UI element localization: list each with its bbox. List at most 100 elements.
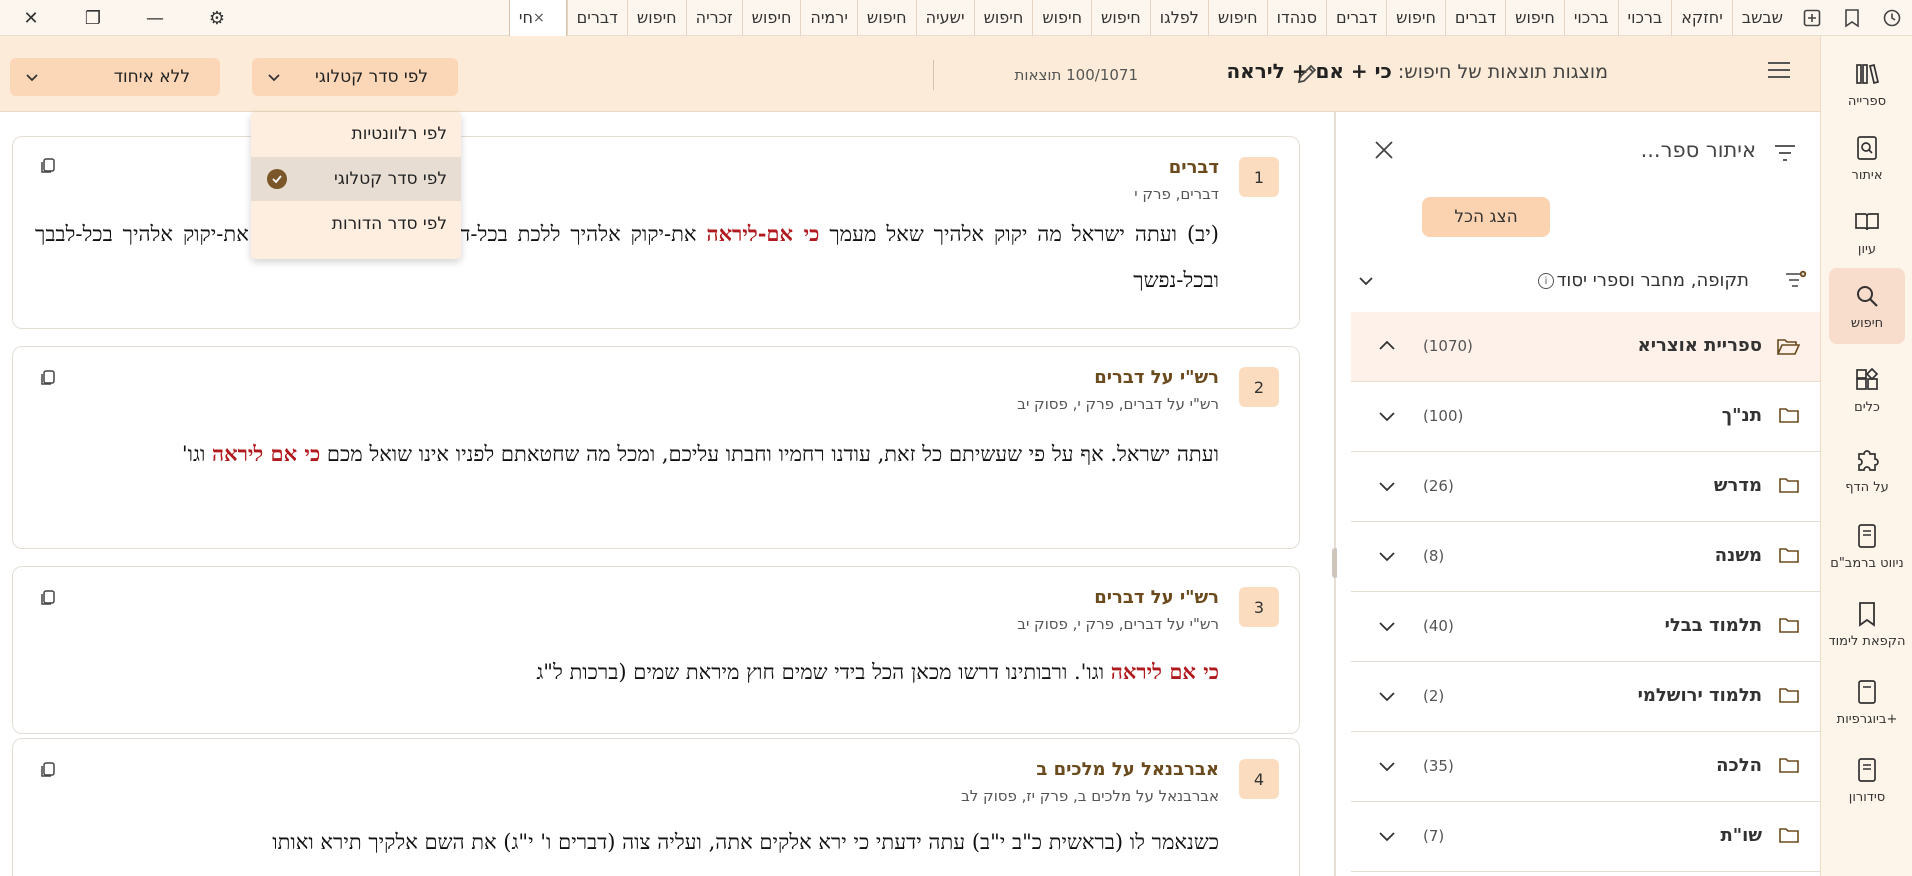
tab[interactable]: שבשב — [1731, 0, 1792, 36]
category-row[interactable]: הלכה (35) — [1351, 732, 1820, 802]
chevron-down-icon[interactable] — [1377, 546, 1397, 570]
tab[interactable]: חיפוש — [1386, 0, 1445, 36]
category-row[interactable]: משנה (8) — [1351, 522, 1820, 592]
tab-active[interactable]: חי × — [508, 0, 567, 36]
category-name: ספריית אוצריא — [1637, 335, 1762, 356]
search-icon — [1853, 282, 1881, 310]
settings-icon[interactable]: ⚙ — [186, 0, 248, 36]
result-text: כי אם ליראה וגו'. ורבותינו דרשו מכאן הכל… — [536, 659, 1219, 684]
sort-option-relevance[interactable]: לפי רלוונטיות — [251, 112, 461, 156]
tab[interactable]: ברכוי — [1617, 0, 1672, 36]
category-row[interactable]: שו"ת (7) — [1351, 802, 1820, 872]
tab[interactable]: חיפוש — [626, 0, 686, 36]
result-card[interactable]: 2 רש"י על דברים רש"י על דברים, פרק י, פס… — [12, 346, 1300, 549]
chevron-down-icon[interactable] — [1377, 686, 1397, 710]
add-filter-icon[interactable] — [1785, 270, 1807, 294]
tab[interactable]: סנהדו — [1266, 0, 1326, 36]
category-count: (1070) — [1423, 337, 1473, 355]
result-card[interactable]: 4 אברבנאל על מלכים ב אברבנאל על מלכים ב,… — [12, 738, 1300, 876]
edit-search-icon[interactable] — [1296, 63, 1318, 89]
close-window-icon[interactable]: ✕ — [0, 0, 62, 36]
filter-icon[interactable] — [1774, 144, 1796, 166]
chevron-up-icon[interactable] — [1377, 336, 1397, 360]
copy-icon[interactable] — [39, 761, 57, 783]
rail-item-tools[interactable]: כלים — [1829, 352, 1905, 428]
category-row[interactable]: תנ"ך (100) — [1351, 382, 1820, 452]
folder-icon — [1778, 546, 1800, 568]
rail-item-siddur[interactable]: סידורון — [1829, 742, 1905, 818]
tab[interactable]: דברים — [1444, 0, 1505, 36]
copy-icon[interactable] — [39, 589, 57, 611]
rail-item-find[interactable]: איתור — [1829, 120, 1905, 196]
rail-item-biographies[interactable]: ביוגרפיות+ — [1829, 664, 1905, 740]
library-root-row[interactable]: ספריית אוצריא (1070) — [1351, 312, 1820, 382]
chevron-down-icon[interactable] — [1357, 272, 1375, 294]
tab[interactable]: דברים — [566, 0, 627, 36]
copy-icon[interactable] — [39, 157, 57, 179]
book-filter-input[interactable]: איתור ספר... — [1641, 138, 1756, 162]
tab[interactable]: ירמיה — [800, 0, 857, 36]
folder-open-icon — [1776, 336, 1801, 360]
info-icon[interactable]: i — [1538, 273, 1554, 289]
category-count: (100) — [1423, 407, 1464, 425]
copy-icon[interactable] — [39, 369, 57, 391]
tab[interactable]: חיפוש — [1505, 0, 1564, 36]
rail-item-freeze[interactable]: הקפאת לימוד — [1829, 586, 1905, 662]
show-all-button[interactable]: הצג הכל — [1422, 197, 1550, 237]
bookmark-tab-icon[interactable] — [1832, 0, 1872, 36]
tab[interactable]: ישעיה — [915, 0, 974, 36]
tab[interactable]: חיפוש — [1091, 0, 1150, 36]
chevron-down-icon[interactable] — [1377, 476, 1397, 500]
result-card[interactable]: 3 רש"י על דברים רש"י על דברים, פרק י, פס… — [12, 566, 1300, 734]
tab[interactable]: לפלגו — [1149, 0, 1208, 36]
rail-label: על הדף — [1845, 479, 1889, 495]
search-header: מוצגות תוצאות של חיפוש: כי + אם + ליראה … — [0, 36, 1820, 112]
chevron-down-icon[interactable] — [1377, 826, 1397, 850]
category-row[interactable]: תלמוד ירושלמי (2) — [1351, 662, 1820, 732]
results-list: 1 דברים דברים, פרק י (יב) ועתה ישראל מה … — [0, 112, 1336, 876]
sort-option-generations[interactable]: לפי סדר הדורות — [251, 202, 461, 246]
result-source: דברים, פרק י — [1134, 185, 1219, 203]
result-title[interactable]: דברים — [1169, 157, 1219, 178]
divider — [933, 60, 934, 90]
group-dropdown-value: ללא איחוד — [113, 67, 190, 87]
tab[interactable]: זכריה — [685, 0, 742, 36]
chevron-down-icon[interactable] — [1377, 406, 1397, 430]
period-filter[interactable]: תקופה, מחבר וספרי יסוד i — [1357, 256, 1807, 306]
rail-label: סידורון — [1848, 789, 1886, 805]
group-dropdown[interactable]: ללא איחוד — [10, 58, 220, 96]
result-title[interactable]: אברבנאל על מלכים ב — [1036, 759, 1219, 780]
tab[interactable]: חיפוש — [856, 0, 916, 36]
rail-item-search[interactable]: חיפוש — [1829, 268, 1905, 344]
tab[interactable]: חיפוש — [741, 0, 801, 36]
menu-icon[interactable] — [1768, 62, 1790, 80]
tab[interactable]: חיפוש — [1032, 0, 1091, 36]
close-tab-icon[interactable]: × — [533, 10, 545, 26]
history-icon[interactable] — [1872, 0, 1912, 36]
chevron-down-icon[interactable] — [1377, 756, 1397, 780]
category-row[interactable]: תלמוד בבלי (40) — [1351, 592, 1820, 662]
result-number: 2 — [1239, 367, 1279, 407]
rail-item-on-page[interactable]: על הדף — [1829, 432, 1905, 508]
sort-option-catalog[interactable]: לפי סדר קטלוגי — [251, 157, 461, 201]
rail-item-rambam[interactable]: ניווט ברמב"ם — [1829, 508, 1905, 584]
close-icon[interactable] — [1373, 139, 1395, 165]
tab[interactable]: ברכוי — [1563, 0, 1618, 36]
tab[interactable]: חיפוש — [1207, 0, 1267, 36]
chevron-down-icon[interactable] — [1377, 616, 1397, 640]
category-count: (35) — [1423, 757, 1454, 775]
rail-item-library[interactable]: ספרייה — [1829, 46, 1905, 122]
tab[interactable]: חיפוש — [973, 0, 1033, 36]
sort-dropdown[interactable]: לפי סדר קטלוגי — [252, 58, 458, 96]
rail-item-study[interactable]: עיון — [1829, 194, 1905, 270]
result-title[interactable]: רש"י על דברים — [1094, 587, 1219, 608]
tab[interactable]: דברים — [1325, 0, 1386, 36]
result-card[interactable]: 1 דברים דברים, פרק י (יב) ועתה ישראל מה … — [12, 136, 1300, 329]
category-row[interactable]: מדרש (26) — [1351, 452, 1820, 522]
restore-window-icon[interactable]: ❐ — [62, 0, 124, 36]
tab[interactable]: יחזקא — [1671, 0, 1732, 36]
new-tab-icon[interactable] — [1792, 0, 1832, 36]
minimize-window-icon[interactable]: — — [124, 0, 186, 36]
bookmark-icon — [1853, 600, 1881, 628]
result-title[interactable]: רש"י על דברים — [1094, 367, 1219, 388]
